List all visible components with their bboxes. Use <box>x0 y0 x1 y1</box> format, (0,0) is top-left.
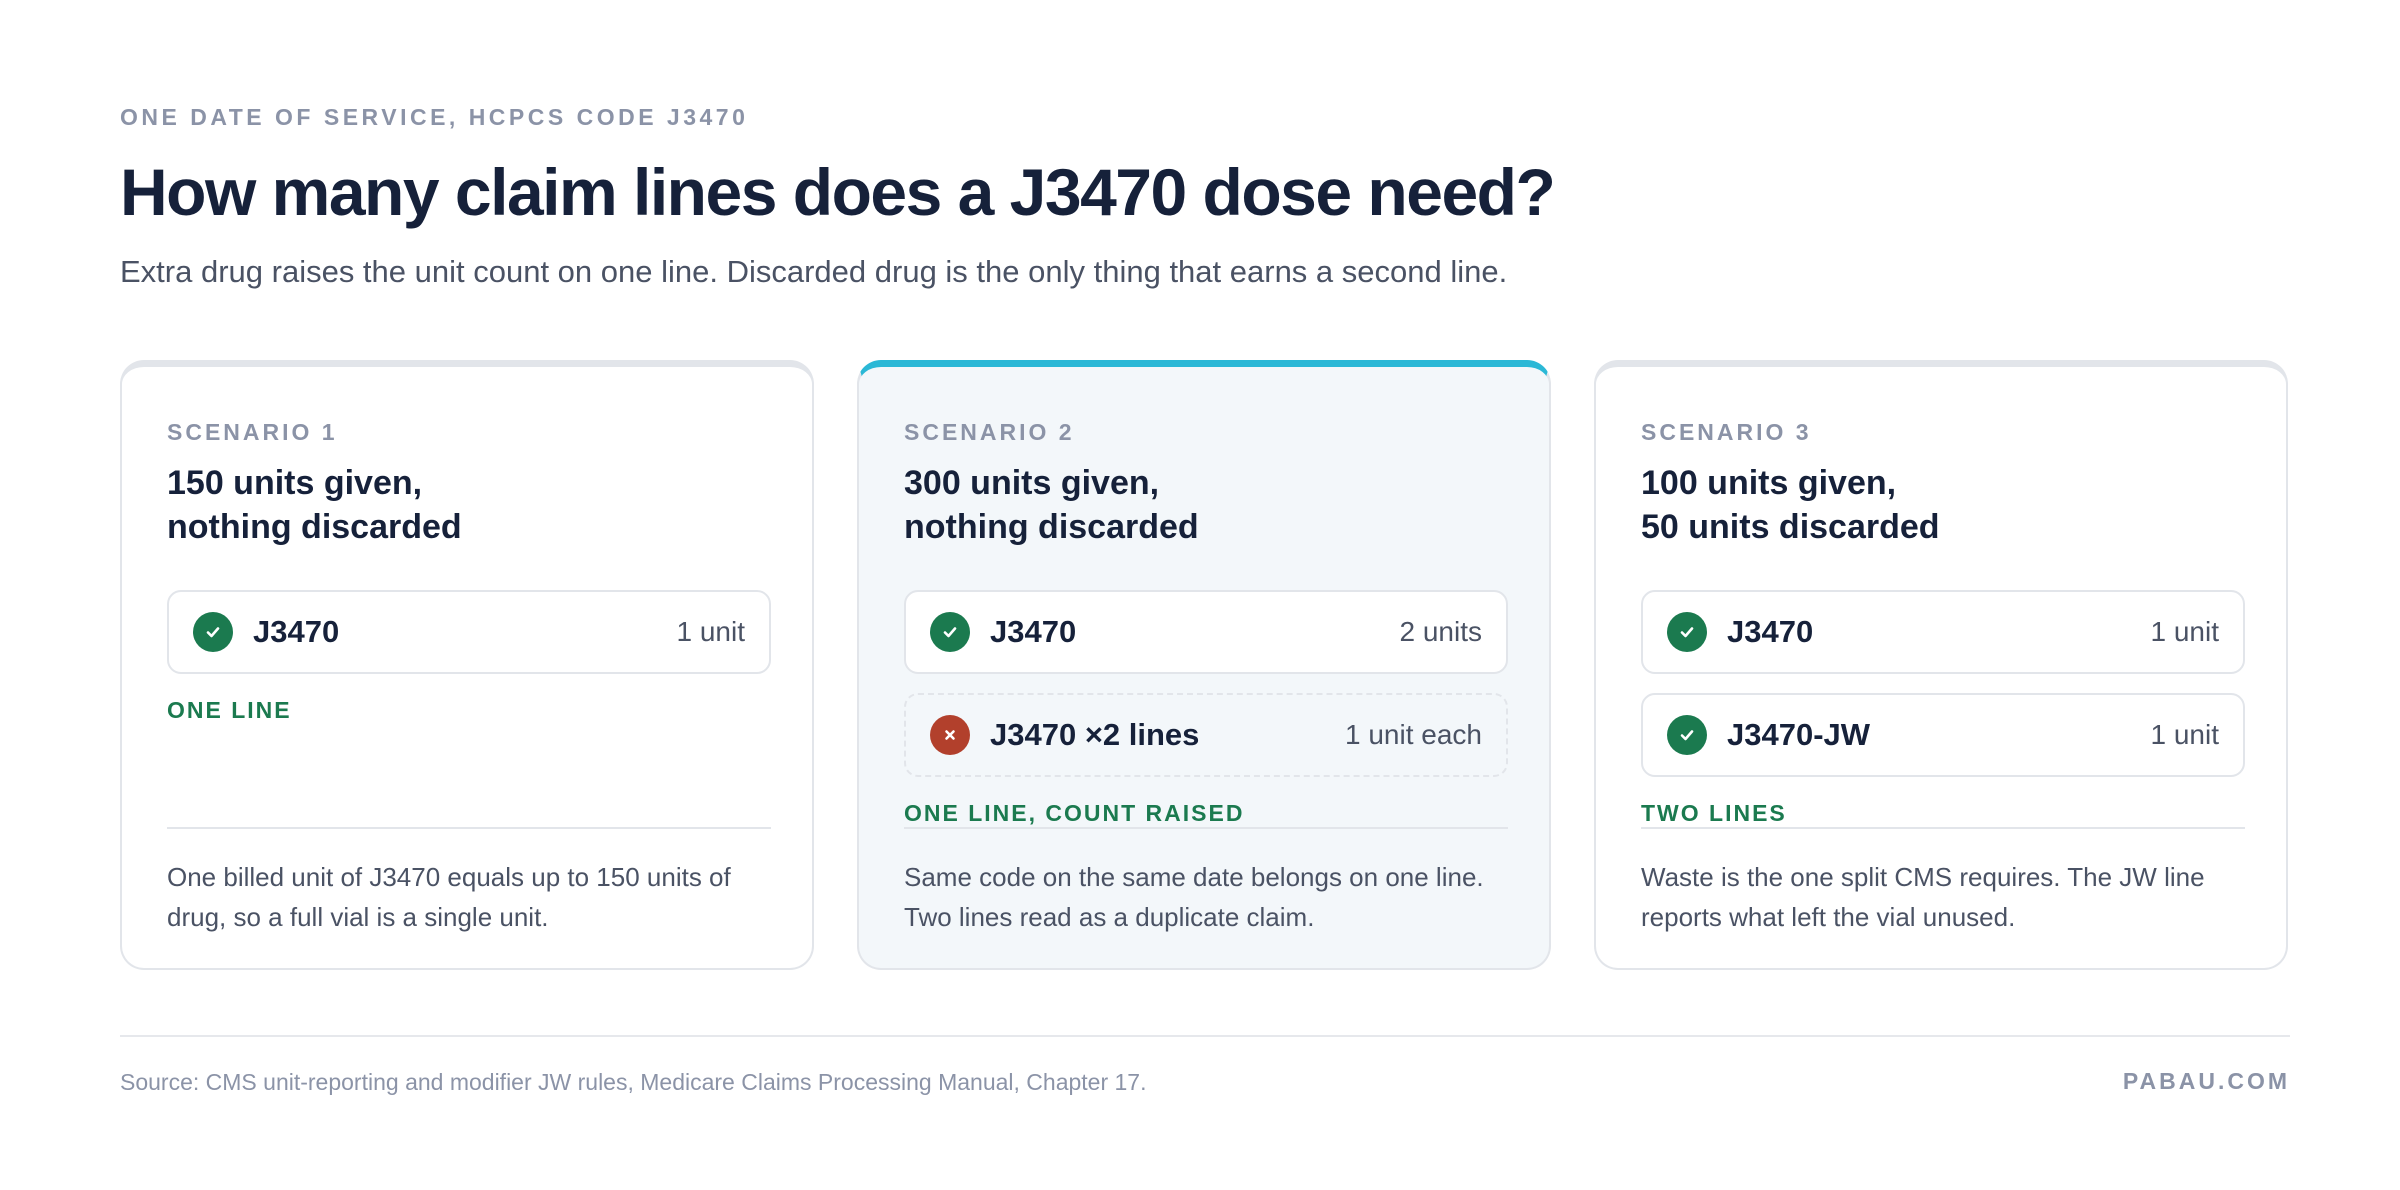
claim-line-item: J3470 2 units <box>904 590 1508 674</box>
claim-units: 1 unit <box>2150 719 2220 750</box>
cross-icon <box>930 715 970 755</box>
scenario-card-2: SCENARIO 2 300 units given, nothing disc… <box>857 360 1551 970</box>
check-icon <box>1667 612 1707 652</box>
card-divider <box>167 827 771 829</box>
infographic-page: ONE DATE OF SERVICE, HCPCS CODE J3470 Ho… <box>0 0 2400 1190</box>
scenario-heading: 300 units given, nothing discarded <box>904 461 1504 549</box>
scenario-heading-line: 100 units given, <box>1641 464 1897 502</box>
scenario-verdict: ONE LINE <box>167 697 292 723</box>
check-icon <box>1667 715 1707 755</box>
claim-units: 1 unit each <box>1345 719 1482 750</box>
claim-code: J3470 <box>990 614 1077 649</box>
scenario-heading: 150 units given, nothing discarded <box>167 461 767 549</box>
scenario-label: SCENARIO 1 <box>167 419 338 445</box>
page-title: How many claim lines does a J3470 dose n… <box>120 155 1556 229</box>
scenario-heading: 100 units given, 50 units discarded <box>1641 461 2241 549</box>
scenario-label: SCENARIO 3 <box>1641 419 1812 445</box>
eyebrow-label: ONE DATE OF SERVICE, HCPCS CODE J3470 <box>120 104 749 130</box>
footer-divider <box>120 1035 2290 1037</box>
card-divider <box>904 827 1508 829</box>
claim-line-item: J3470 1 unit <box>1641 590 2245 674</box>
card-divider <box>1641 827 2245 829</box>
scenario-card-1: SCENARIO 1 150 units given, nothing disc… <box>120 360 814 970</box>
scenario-explanation: One billed unit of J3470 equals up to 15… <box>167 862 731 932</box>
source-note: Source: CMS unit-reporting and modifier … <box>120 1069 1147 1095</box>
claim-code: J3470 <box>253 614 340 649</box>
scenario-label: SCENARIO 2 <box>904 419 1075 445</box>
claim-code: J3470 <box>1727 614 1814 649</box>
scenario-heading-line: nothing discarded <box>904 508 1199 546</box>
rejected-claim-line-item: J3470 ×2 lines 1 unit each <box>904 693 1508 777</box>
scenario-card-3: SCENARIO 3 100 units given, 50 units dis… <box>1594 360 2288 970</box>
scenario-verdict: ONE LINE, COUNT RAISED <box>904 800 1245 826</box>
scenario-explanation: Same code on the same date belongs on on… <box>904 862 1484 932</box>
claim-units: 2 units <box>1399 616 1483 647</box>
check-icon <box>193 612 233 652</box>
scenario-verdict: TWO LINES <box>1641 800 1787 826</box>
scenario-heading-line: nothing discarded <box>167 508 462 546</box>
claim-line-item: J3470-JW 1 unit <box>1641 693 2245 777</box>
claim-units: 1 unit <box>676 616 746 647</box>
scenario-heading-line: 300 units given, <box>904 464 1160 502</box>
scenario-heading-line: 50 units discarded <box>1641 508 1940 546</box>
claim-code: J3470-JW <box>1727 717 1871 752</box>
page-subtitle: Extra drug raises the unit count on one … <box>120 254 1508 289</box>
scenario-explanation: Waste is the one split CMS requires. The… <box>1641 862 2205 932</box>
claim-line-item: J3470 1 unit <box>167 590 771 674</box>
brand-link[interactable]: PABAU.COM <box>2123 1068 2290 1095</box>
claim-code: J3470 ×2 lines <box>990 717 1200 752</box>
scenario-heading-line: 150 units given, <box>167 464 423 502</box>
claim-units: 1 unit <box>2150 616 2220 647</box>
check-icon <box>930 612 970 652</box>
